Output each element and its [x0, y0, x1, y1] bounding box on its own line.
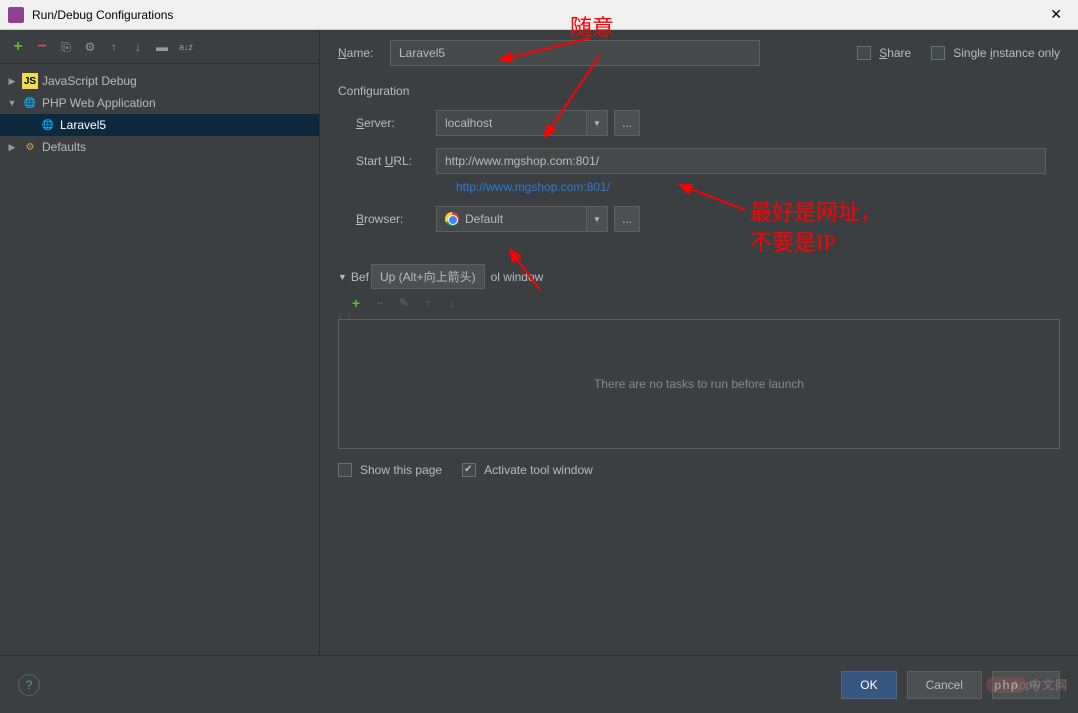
tree-item-defaults[interactable]: ▶ ⚙ Defaults: [0, 136, 319, 158]
help-button[interactable]: ?: [18, 674, 40, 696]
browser-value: Default: [465, 212, 503, 226]
browser-combo[interactable]: Default: [436, 206, 586, 232]
configuration-section-label: Configuration: [338, 84, 1060, 98]
activate-tool-window-label: Activate tool window: [484, 463, 593, 477]
empty-tasks-label: There are no tasks to run before launch: [594, 377, 804, 391]
folder-button[interactable]: ▬: [154, 39, 170, 55]
checkbox-icon: [338, 463, 352, 477]
share-label: Share: [879, 46, 911, 60]
app-icon: [8, 7, 24, 23]
config-panel: Name: Share Single instance only Configu…: [320, 30, 1078, 655]
add-config-button[interactable]: +: [10, 39, 26, 55]
checkbox-icon: [857, 46, 871, 60]
show-this-page-checkbox[interactable]: Show this page: [338, 463, 442, 477]
tree-label: JavaScript Debug: [42, 74, 137, 88]
show-this-page-label: Show this page: [360, 463, 442, 477]
start-url-label: Start URL:: [356, 154, 436, 168]
ok-button[interactable]: OK: [841, 671, 896, 699]
checkbox-icon: [931, 46, 945, 60]
chrome-icon: [445, 212, 459, 226]
tree-item-javascript-debug[interactable]: ▶ JS JavaScript Debug: [0, 70, 319, 92]
activate-tool-window-checkbox[interactable]: Activate tool window: [462, 463, 593, 477]
remove-task-button: −: [372, 295, 388, 311]
watermark-suffix: 中文网: [1029, 678, 1068, 692]
server-label: Server:: [356, 116, 436, 130]
tooltip: Up (Alt+向上箭头): [371, 264, 485, 289]
checkbox-checked-icon: [462, 463, 476, 477]
single-instance-checkbox[interactable]: Single instance only: [931, 46, 1060, 60]
tree-label: PHP Web Application: [42, 96, 156, 110]
defaults-icon: ⚙: [22, 139, 38, 155]
before-launch-toolbar: + − ✎ ↑ ↓: [338, 289, 1060, 317]
tree-label: Defaults: [42, 140, 86, 154]
close-icon[interactable]: ✕: [1042, 6, 1070, 23]
before-launch-section: ▼ Bef Up (Alt+向上箭头) ol window + − ✎ ↑ ↓ …: [338, 264, 1060, 477]
start-url-input[interactable]: [436, 148, 1046, 174]
before-launch-suffix: ol window: [491, 270, 544, 284]
collapse-icon[interactable]: ▼: [6, 98, 18, 108]
sidebar-toolbar: + − ⎘ ⚙ ↑ ↓ ▬ a↓z: [0, 35, 319, 64]
remove-config-button[interactable]: −: [34, 39, 50, 55]
move-up-button[interactable]: ↑: [106, 39, 122, 55]
dropdown-icon[interactable]: ▼: [586, 110, 608, 136]
settings-button[interactable]: ⚙: [82, 39, 98, 55]
dropdown-icon[interactable]: ▼: [586, 206, 608, 232]
expand-icon[interactable]: ▶: [6, 142, 18, 153]
single-instance-label: Single instance only: [953, 46, 1060, 60]
up-task-button: ↑: [420, 295, 436, 311]
before-launch-header[interactable]: ▼ Bef Up (Alt+向上箭头) ol window: [338, 264, 1060, 289]
tasks-list: ⋮⋮ There are no tasks to run before laun…: [338, 319, 1060, 449]
js-icon: JS: [22, 73, 38, 89]
tree-item-php-web-application[interactable]: ▼ 🌐 PHP Web Application: [0, 92, 319, 114]
sidebar: + − ⎘ ⚙ ↑ ↓ ▬ a↓z ▶ JS JavaScript Debug …: [0, 30, 320, 655]
down-task-button: ↓: [444, 295, 460, 311]
watermark: php中文网: [986, 676, 1068, 693]
collapse-icon: ▼: [338, 272, 347, 282]
browser-label: Browser:: [356, 212, 436, 226]
start-url-link[interactable]: http://www.mgshop.com:801/: [456, 180, 1060, 194]
browser-browse-button[interactable]: ...: [614, 206, 640, 232]
dialog-footer: ? OK Cancel Apply: [0, 655, 1078, 713]
sort-button[interactable]: a↓z: [178, 39, 194, 55]
title-bar: Run/Debug Configurations ✕: [0, 0, 1078, 30]
expand-icon[interactable]: ▶: [6, 76, 18, 87]
add-task-button[interactable]: +: [348, 295, 364, 311]
copy-config-button[interactable]: ⎘: [58, 39, 74, 55]
cancel-button[interactable]: Cancel: [907, 671, 982, 699]
edit-task-button: ✎: [396, 295, 412, 311]
tree-label: Laravel5: [60, 118, 106, 132]
before-launch-prefix: Bef: [351, 270, 369, 284]
server-combo[interactable]: [436, 110, 586, 136]
name-label: Name:: [338, 46, 390, 60]
watermark-brand: php: [986, 677, 1027, 693]
tree-item-laravel5[interactable]: 🌐 Laravel5: [0, 114, 319, 136]
window-title: Run/Debug Configurations: [32, 8, 1042, 22]
server-browse-button[interactable]: ...: [614, 110, 640, 136]
name-input[interactable]: [390, 40, 760, 66]
php-web-icon: 🌐: [40, 117, 56, 133]
share-checkbox[interactable]: Share: [857, 46, 911, 60]
php-web-icon: 🌐: [22, 95, 38, 111]
grip-icon[interactable]: ⋮⋮: [336, 312, 354, 321]
config-tree: ▶ JS JavaScript Debug ▼ 🌐 PHP Web Applic…: [0, 68, 319, 160]
move-down-button[interactable]: ↓: [130, 39, 146, 55]
